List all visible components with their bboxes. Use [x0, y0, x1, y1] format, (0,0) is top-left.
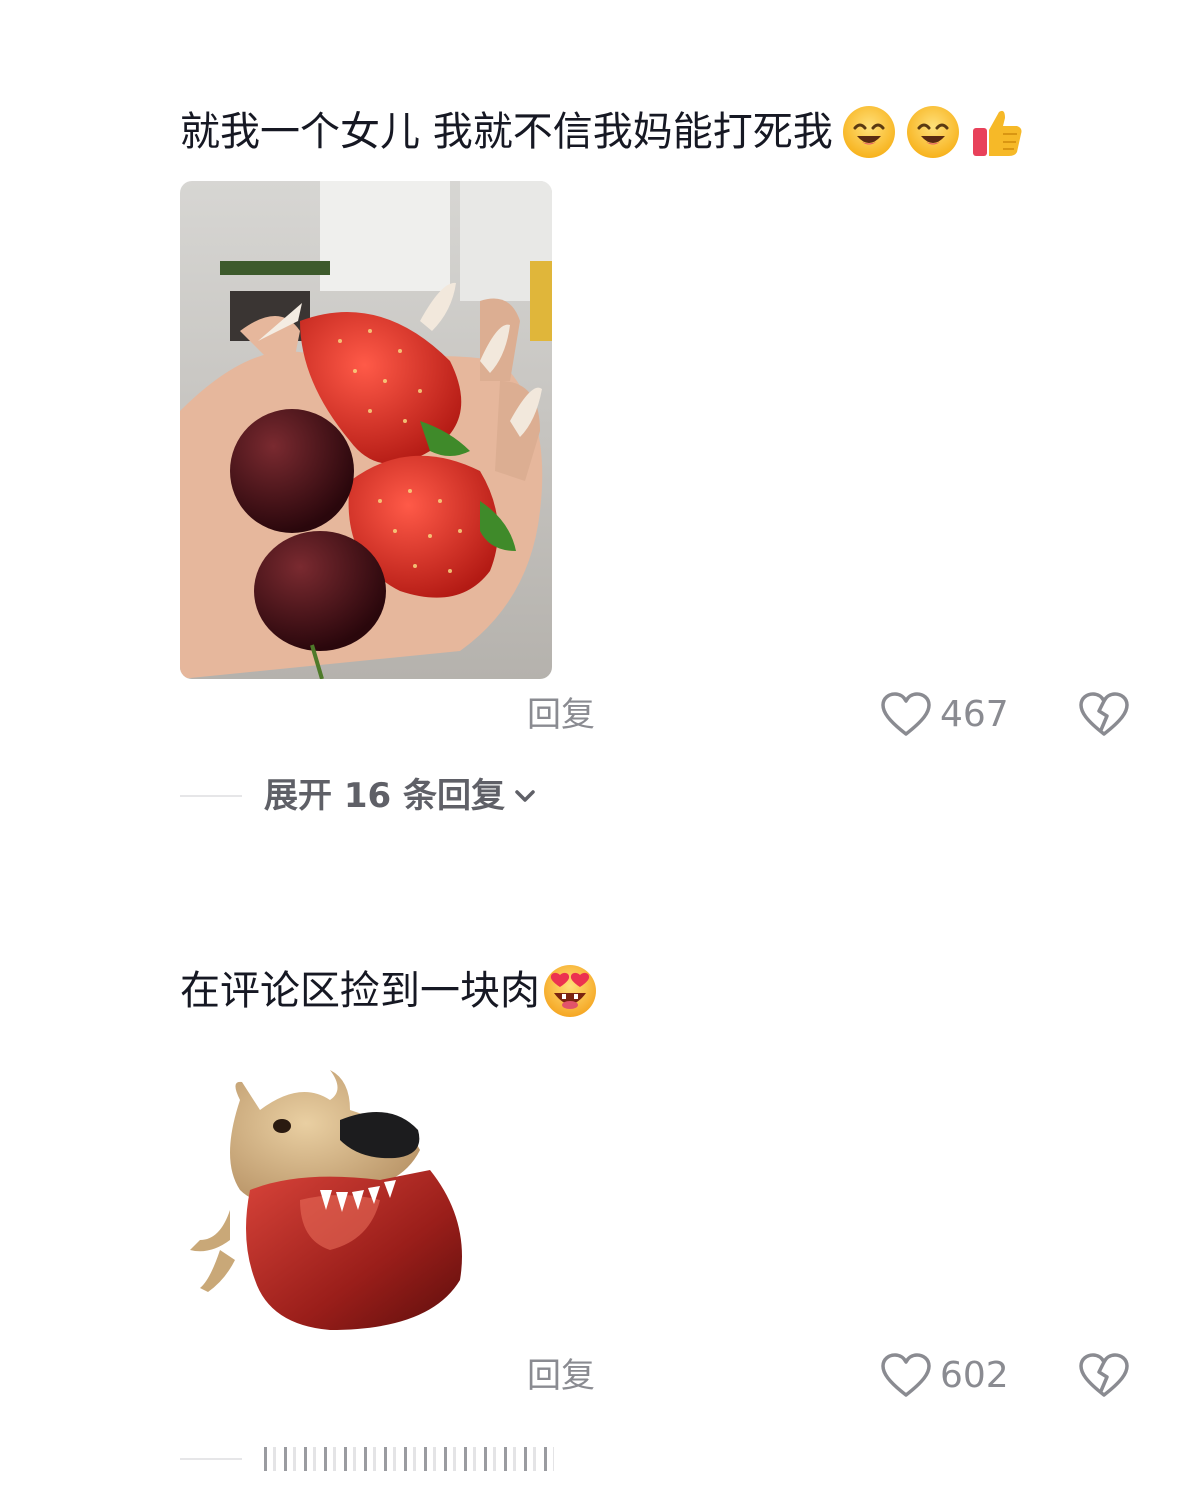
- comment-text: 就我一个女儿 我就不信我妈能打死我: [180, 104, 1025, 160]
- chevron-down-icon: [515, 790, 535, 802]
- reply-button[interactable]: 回复: [527, 692, 595, 738]
- heart-outline-icon: [881, 1353, 931, 1397]
- comment-photo-strawberries[interactable]: [180, 181, 552, 679]
- like-button[interactable]: 467: [880, 692, 1009, 738]
- expand-replies[interactable]: 展开 16 条回复: [180, 773, 539, 819]
- comment-text: 在评论区捡到一块肉: [180, 963, 598, 1019]
- dislike-button[interactable]: [1078, 692, 1130, 738]
- reply-button[interactable]: 回复: [527, 1353, 595, 1399]
- like-button[interactable]: 602: [880, 1353, 1009, 1399]
- comment-body: 就我一个女儿 我就不信我妈能打死我: [180, 109, 833, 155]
- dislike-button[interactable]: [1078, 1353, 1130, 1399]
- expand-replies-partial[interactable]: [180, 1445, 554, 1473]
- smiling-face-icon: [906, 106, 959, 158]
- expand-divider: [180, 1458, 242, 1460]
- like-count: 467: [940, 694, 1009, 735]
- like-count: 602: [940, 1355, 1009, 1396]
- broken-heart-icon: [1079, 692, 1129, 736]
- smiling-face-icon: [842, 106, 895, 158]
- heart-outline-icon: [881, 692, 931, 736]
- clipped-expand-label: [264, 1445, 554, 1473]
- thumbs-up-icon: [972, 110, 1022, 156]
- expand-divider: [180, 795, 242, 797]
- comment-photo-dog-meat[interactable]: [180, 1040, 480, 1338]
- comment-body: 在评论区捡到一块肉: [180, 968, 540, 1014]
- expand-replies-label[interactable]: 展开 16 条回复: [264, 773, 505, 819]
- star-struck-face-icon: [544, 965, 596, 1017]
- broken-heart-icon: [1079, 1353, 1129, 1397]
